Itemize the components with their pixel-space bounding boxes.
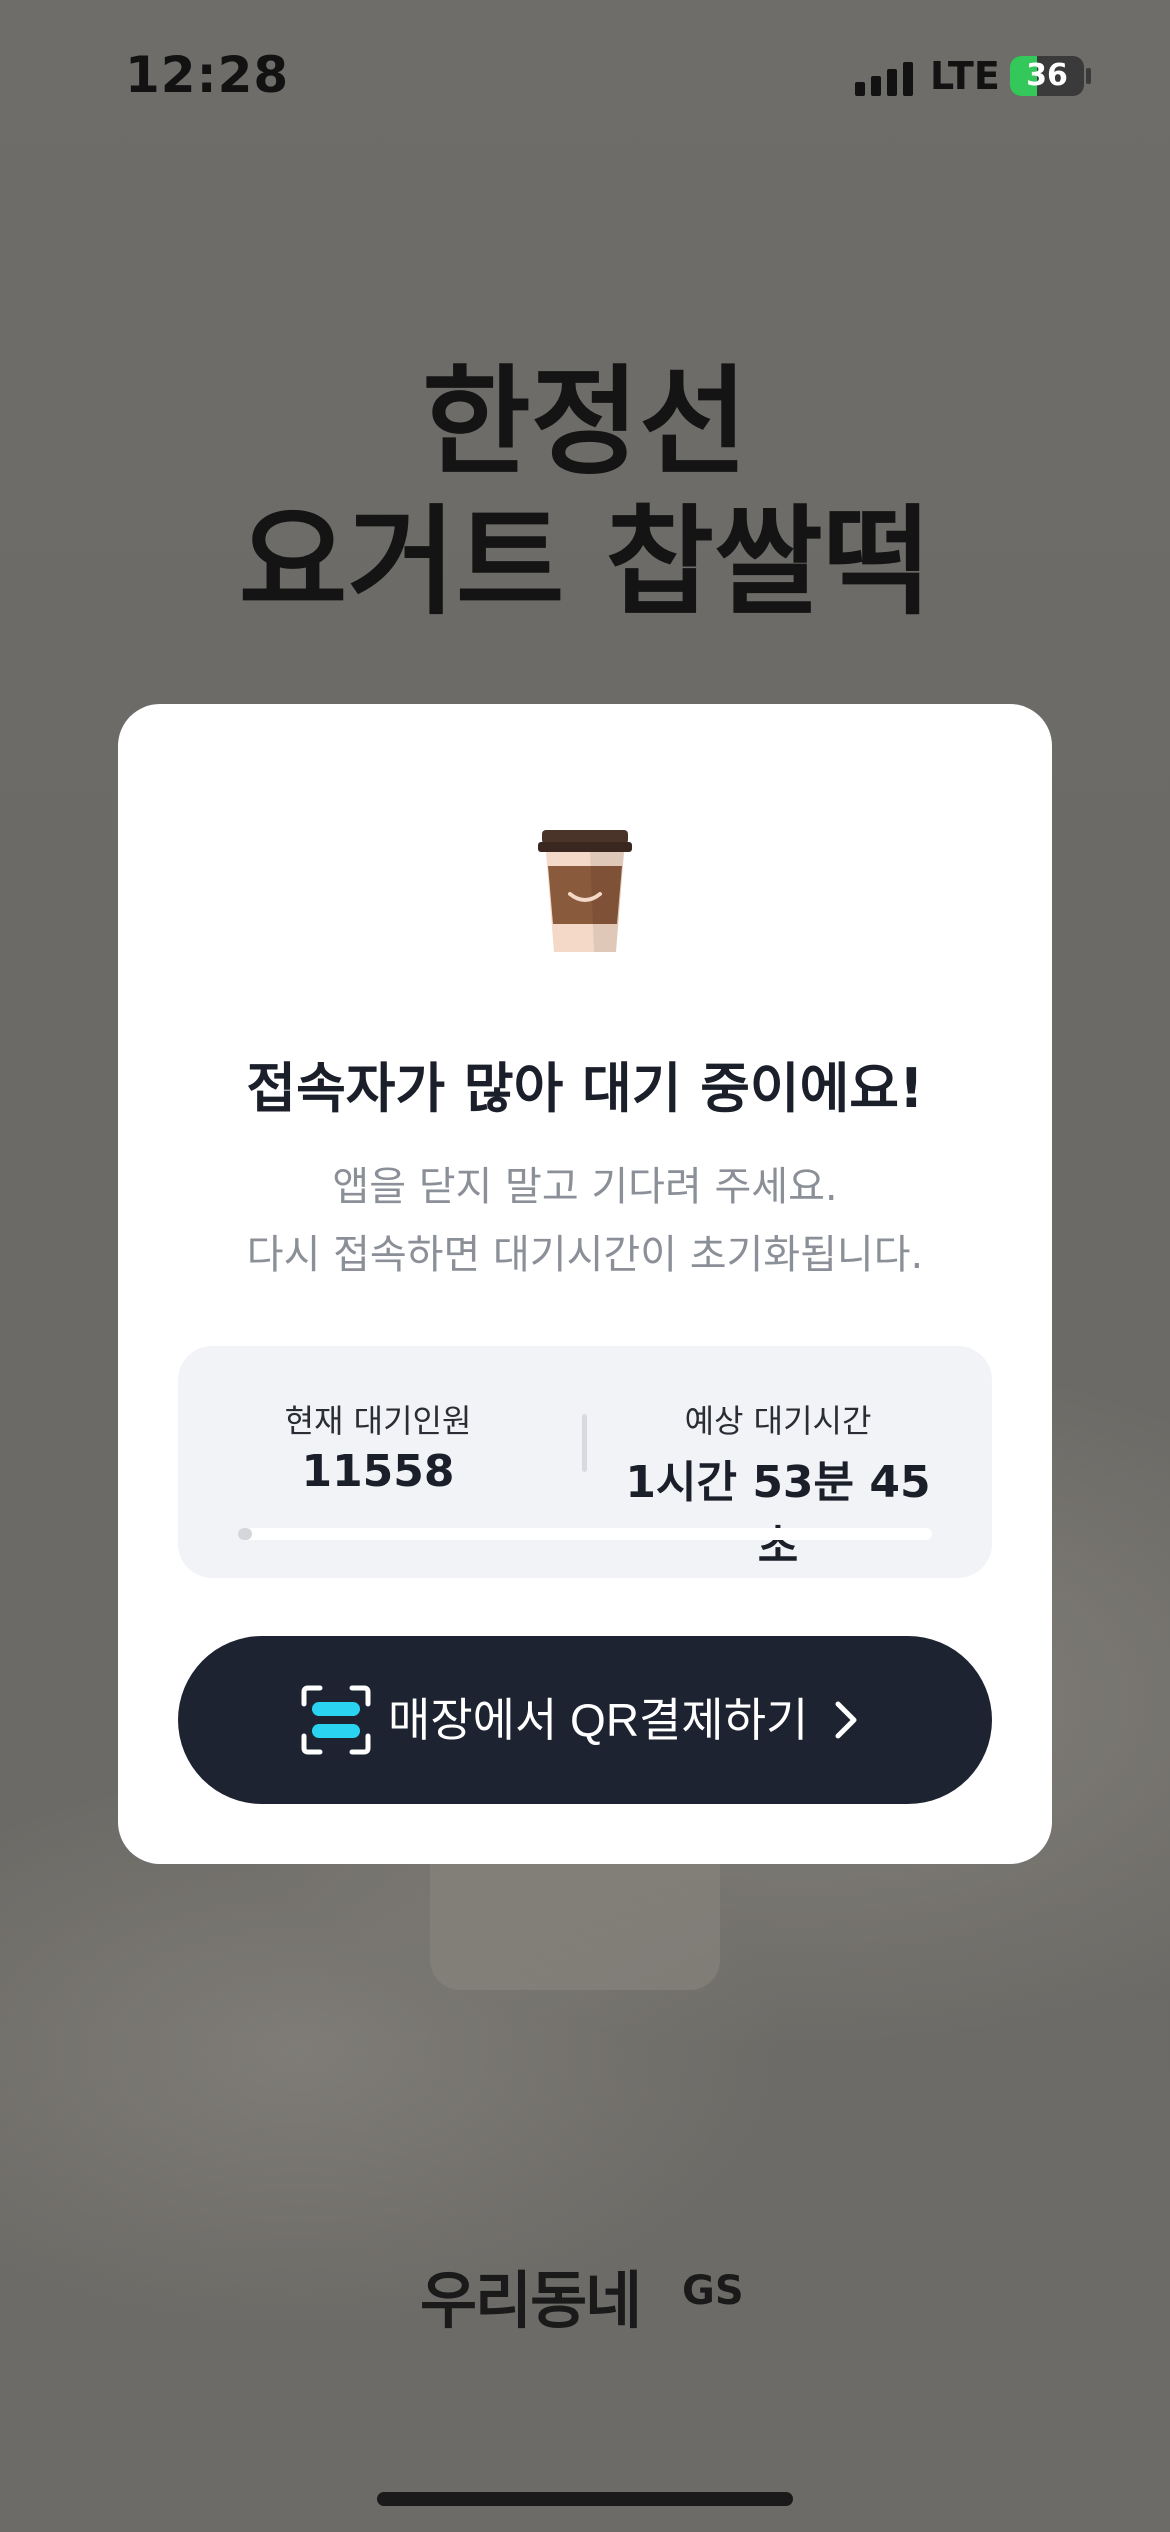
- queue-progress-fill: [238, 1528, 252, 1540]
- queue-divider: [582, 1414, 587, 1472]
- coffee-cup-icon: [538, 830, 632, 952]
- qr-scan-icon: [301, 1685, 371, 1755]
- modal-description-line1: 앱을 닫지 말고 기다려 주세요.: [332, 1164, 838, 1210]
- waiting-queue-modal: 접속자가 많아 대기 중이에요! 앱을 닫지 말고 기다려 주세요. 다시 접속…: [118, 704, 1052, 1864]
- modal-title: 접속자가 많아 대기 중이에요!: [246, 1057, 924, 1120]
- home-indicator[interactable]: [377, 2492, 793, 2506]
- qr-payment-label: 매장에서 QR결제하기: [388, 1694, 809, 1746]
- modal-description-line2: 다시 접속하면 대기시간이 초기화됩니다.: [246, 1232, 924, 1278]
- hero-title-line2: 요거트 찹쌀떡: [238, 493, 932, 631]
- network-type: LTE: [930, 54, 1000, 98]
- current-queue-label: 현재 대기인원: [284, 1402, 472, 1440]
- qr-payment-button[interactable]: 매장에서 QR결제하기: [178, 1636, 992, 1804]
- battery-cap: [1086, 68, 1091, 84]
- cellular-signal-icon: [855, 60, 913, 96]
- battery-icon: 36: [1010, 56, 1084, 96]
- chevron-right-icon: [835, 1701, 857, 1739]
- hero-title-line1: 한정선: [422, 353, 748, 491]
- gs-logo: 우리동네 GS: [420, 2250, 750, 2340]
- queue-progress-bar: [238, 1528, 932, 1540]
- queue-status-panel: 현재 대기인원 11558 예상 대기시간 1시간 53분 45초: [178, 1346, 992, 1578]
- status-bar: 12:28 LTE 36: [0, 0, 1170, 150]
- expected-wait-label: 예상 대기시간: [684, 1402, 872, 1440]
- logo-text: 우리동네: [420, 2264, 642, 2337]
- logo-gs: GS: [682, 2268, 744, 2314]
- status-time: 12:28: [125, 46, 290, 104]
- current-queue-count: 11558: [301, 1446, 455, 1497]
- expected-wait-time: 1시간 53분 45초: [625, 1457, 931, 1572]
- battery-level: 36: [1026, 58, 1068, 93]
